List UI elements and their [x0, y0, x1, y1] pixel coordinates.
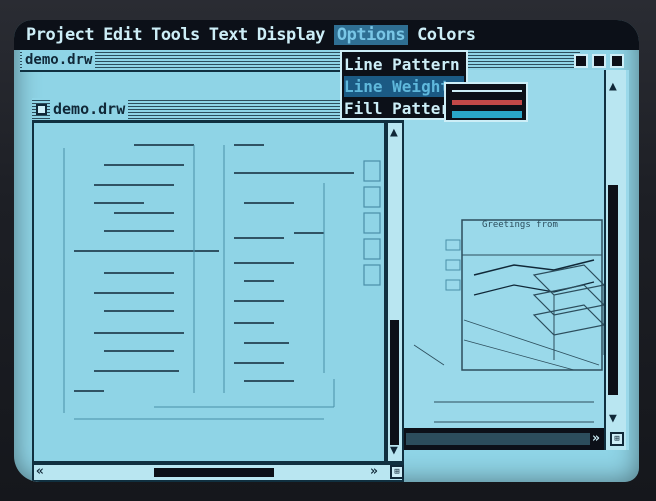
back-scroll-right-icon[interactable]: » [592, 432, 600, 446]
menu-colors[interactable]: Colors [417, 25, 476, 45]
back-window-title-bar[interactable]: demo.drw [20, 50, 580, 72]
screen: Project Edit Tools Text Display Options … [14, 20, 639, 482]
chart-caption: Greetings from [482, 220, 558, 230]
front-scroll-down-icon[interactable]: ▼ [390, 444, 398, 458]
front-vertical-scroll-thumb[interactable] [390, 320, 399, 445]
front-window-title: demo.drw [50, 98, 129, 120]
flowchart-drawing [63, 144, 381, 420]
front-scroll-right-icon[interactable]: » [370, 465, 378, 479]
menu-bar: Project Edit Tools Text Display Options … [14, 20, 639, 50]
minimize-box-icon[interactable] [574, 54, 588, 68]
back-window-drawing [413, 219, 606, 423]
front-horizontal-scroll-thumb[interactable] [154, 468, 274, 477]
back-resize-icon[interactable]: ⊞ [610, 432, 624, 446]
back-horizontal-scrollbar[interactable] [402, 428, 604, 450]
menu-project[interactable]: Project [26, 25, 95, 45]
close-box-icon[interactable] [36, 104, 47, 115]
back-vertical-scroll-thumb[interactable] [608, 185, 618, 395]
full-box-icon[interactable] [610, 54, 624, 68]
line-weight-thin-swatch[interactable] [452, 90, 522, 92]
back-window-title: demo.drw [22, 50, 96, 70]
front-scroll-left-icon[interactable]: « [36, 465, 44, 479]
front-window-canvas[interactable] [32, 121, 386, 463]
back-scroll-down-icon[interactable]: ▼ [609, 412, 617, 426]
line-weight-submenu [444, 82, 528, 122]
menu-options[interactable]: Options [333, 25, 409, 45]
line-weight-medium-swatch[interactable] [452, 100, 522, 105]
menu-display[interactable]: Display [257, 25, 326, 45]
front-scroll-up-icon[interactable]: ▲ [390, 126, 398, 140]
maximize-box-icon[interactable] [592, 54, 606, 68]
back-scroll-up-icon[interactable]: ▲ [609, 80, 617, 94]
menu-edit[interactable]: Edit [103, 25, 142, 45]
menu-item-line-pattern[interactable]: Line Pattern [344, 54, 464, 75]
front-resize-icon[interactable]: ⊞ [390, 465, 404, 479]
menu-tools[interactable]: Tools [151, 25, 200, 45]
back-window-canvas[interactable]: Greetings from 100000 100000 [402, 70, 629, 450]
menu-text[interactable]: Text [209, 25, 248, 45]
line-weight-thick-swatch[interactable] [452, 111, 522, 118]
